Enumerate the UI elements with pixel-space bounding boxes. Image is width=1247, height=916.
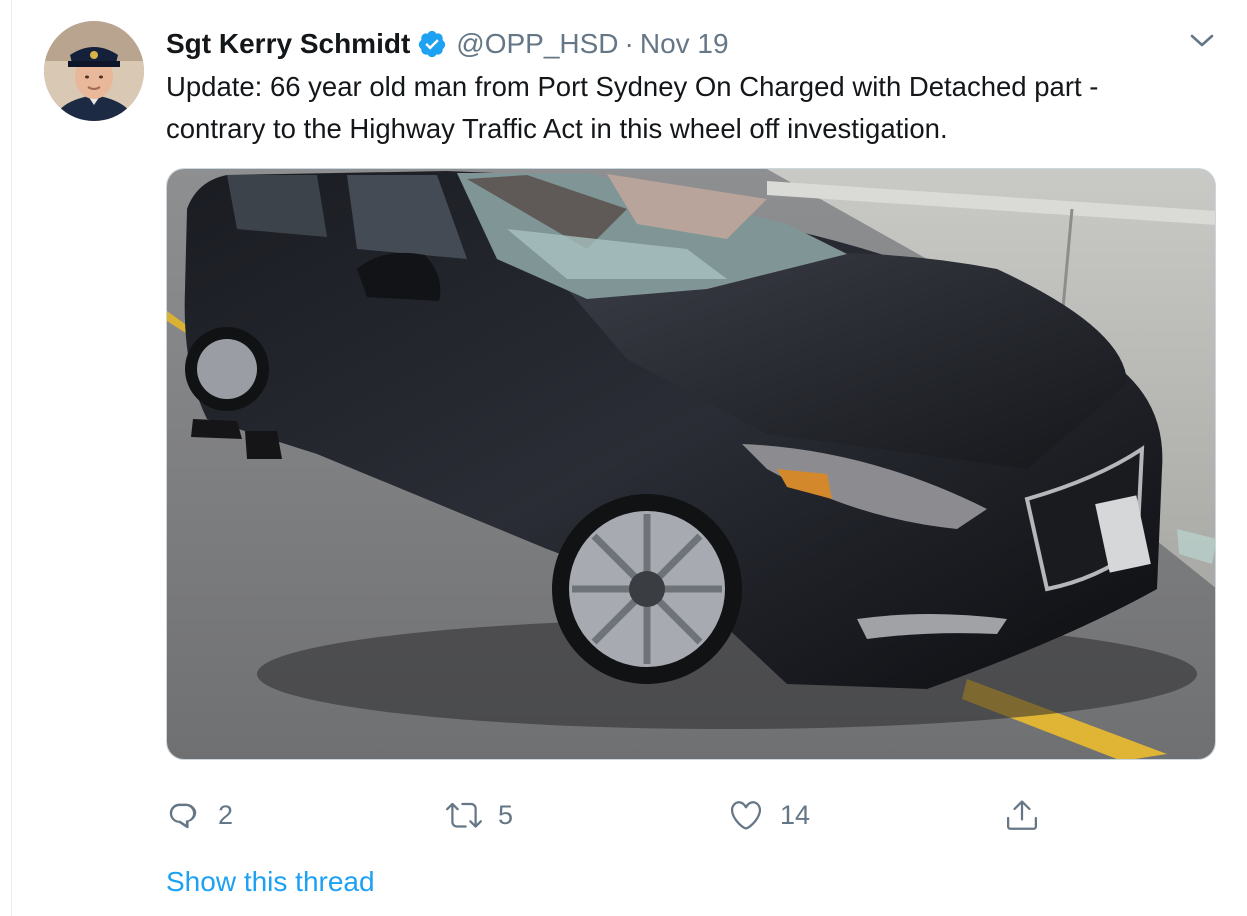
- retweet-count: 5: [498, 799, 514, 830]
- chevron-down-icon[interactable]: [1186, 30, 1218, 52]
- tweet-text: Update: 66 year old man from Port Sydney…: [166, 66, 1226, 150]
- reply-icon: [169, 803, 197, 829]
- like-button[interactable]: 14: [728, 790, 810, 840]
- tweet-text-line: Update: 66 year old man from Port Sydney…: [166, 71, 1099, 102]
- share-button[interactable]: [1004, 790, 1040, 840]
- reply-count: 2: [218, 799, 234, 830]
- retweet-icon: [446, 802, 482, 828]
- tweet-actions: 2 5 14: [166, 790, 1226, 840]
- like-count: 14: [780, 799, 811, 830]
- tweet-header: Sgt Kerry Schmidt @OPP_HSD · Nov 19: [166, 22, 729, 66]
- show-thread-link[interactable]: Show this thread: [166, 866, 375, 898]
- verified-badge-icon: [417, 29, 447, 59]
- share-icon: [1007, 800, 1037, 830]
- timeline-border: [11, 0, 12, 916]
- avatar[interactable]: [44, 21, 144, 121]
- reply-button[interactable]: 2: [166, 790, 233, 840]
- separator-dot: ·: [624, 28, 634, 59]
- display-name[interactable]: Sgt Kerry Schmidt: [166, 28, 410, 60]
- tweet-text-line: contrary to the Highway Traffic Act in t…: [166, 113, 948, 144]
- tweet-date[interactable]: Nov 19: [640, 28, 729, 60]
- heart-icon: [730, 801, 762, 830]
- retweet-button[interactable]: 5: [446, 790, 513, 840]
- user-handle[interactable]: @OPP_HSD: [456, 28, 618, 60]
- tweet-photo[interactable]: [166, 168, 1216, 760]
